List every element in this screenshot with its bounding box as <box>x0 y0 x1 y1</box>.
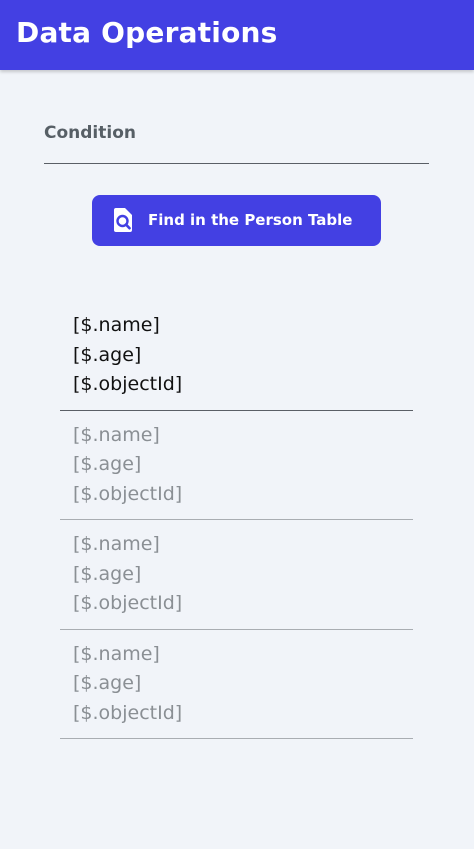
search-document-icon <box>112 208 134 233</box>
find-in-person-table-button[interactable]: Find in the Person Table <box>92 195 381 246</box>
list-item[interactable]: [$.name] [$.age] [$.objectId] <box>60 630 413 739</box>
object-id-value: [$.objectId] <box>73 373 183 395</box>
age-value: [$.age] <box>73 562 142 585</box>
name-value: [$.name] <box>73 642 160 665</box>
app-header: Data Operations <box>0 0 474 70</box>
object-id-value: [$.objectId] <box>73 701 183 724</box>
results-list: [$.name] [$.age] [$.objectId] [$.name] [… <box>60 301 413 739</box>
condition-field[interactable]: Condition <box>44 112 429 164</box>
list-item[interactable]: [$.name] [$.age] [$.objectId] <box>60 411 413 520</box>
list-item[interactable]: [$.name] [$.age] [$.objectId] <box>60 301 413 411</box>
name-value: [$.name] <box>73 423 160 446</box>
object-id-value: [$.objectId] <box>73 592 183 614</box>
name-value: [$.name] <box>73 314 160 336</box>
condition-label: Condition <box>44 123 136 143</box>
name-value: [$.name] <box>73 533 160 555</box>
app-screen: Data Operations Condition Find in the Pe… <box>0 0 474 849</box>
age-value: [$.age] <box>73 453 142 475</box>
object-id-value: [$.objectId] <box>73 482 183 505</box>
find-button-label: Find in the Person Table <box>148 211 353 229</box>
age-value: [$.age] <box>73 672 142 694</box>
list-item[interactable]: [$.name] [$.age] [$.objectId] <box>60 520 413 630</box>
age-value: [$.age] <box>73 343 142 366</box>
page-title: Data Operations <box>16 16 278 49</box>
